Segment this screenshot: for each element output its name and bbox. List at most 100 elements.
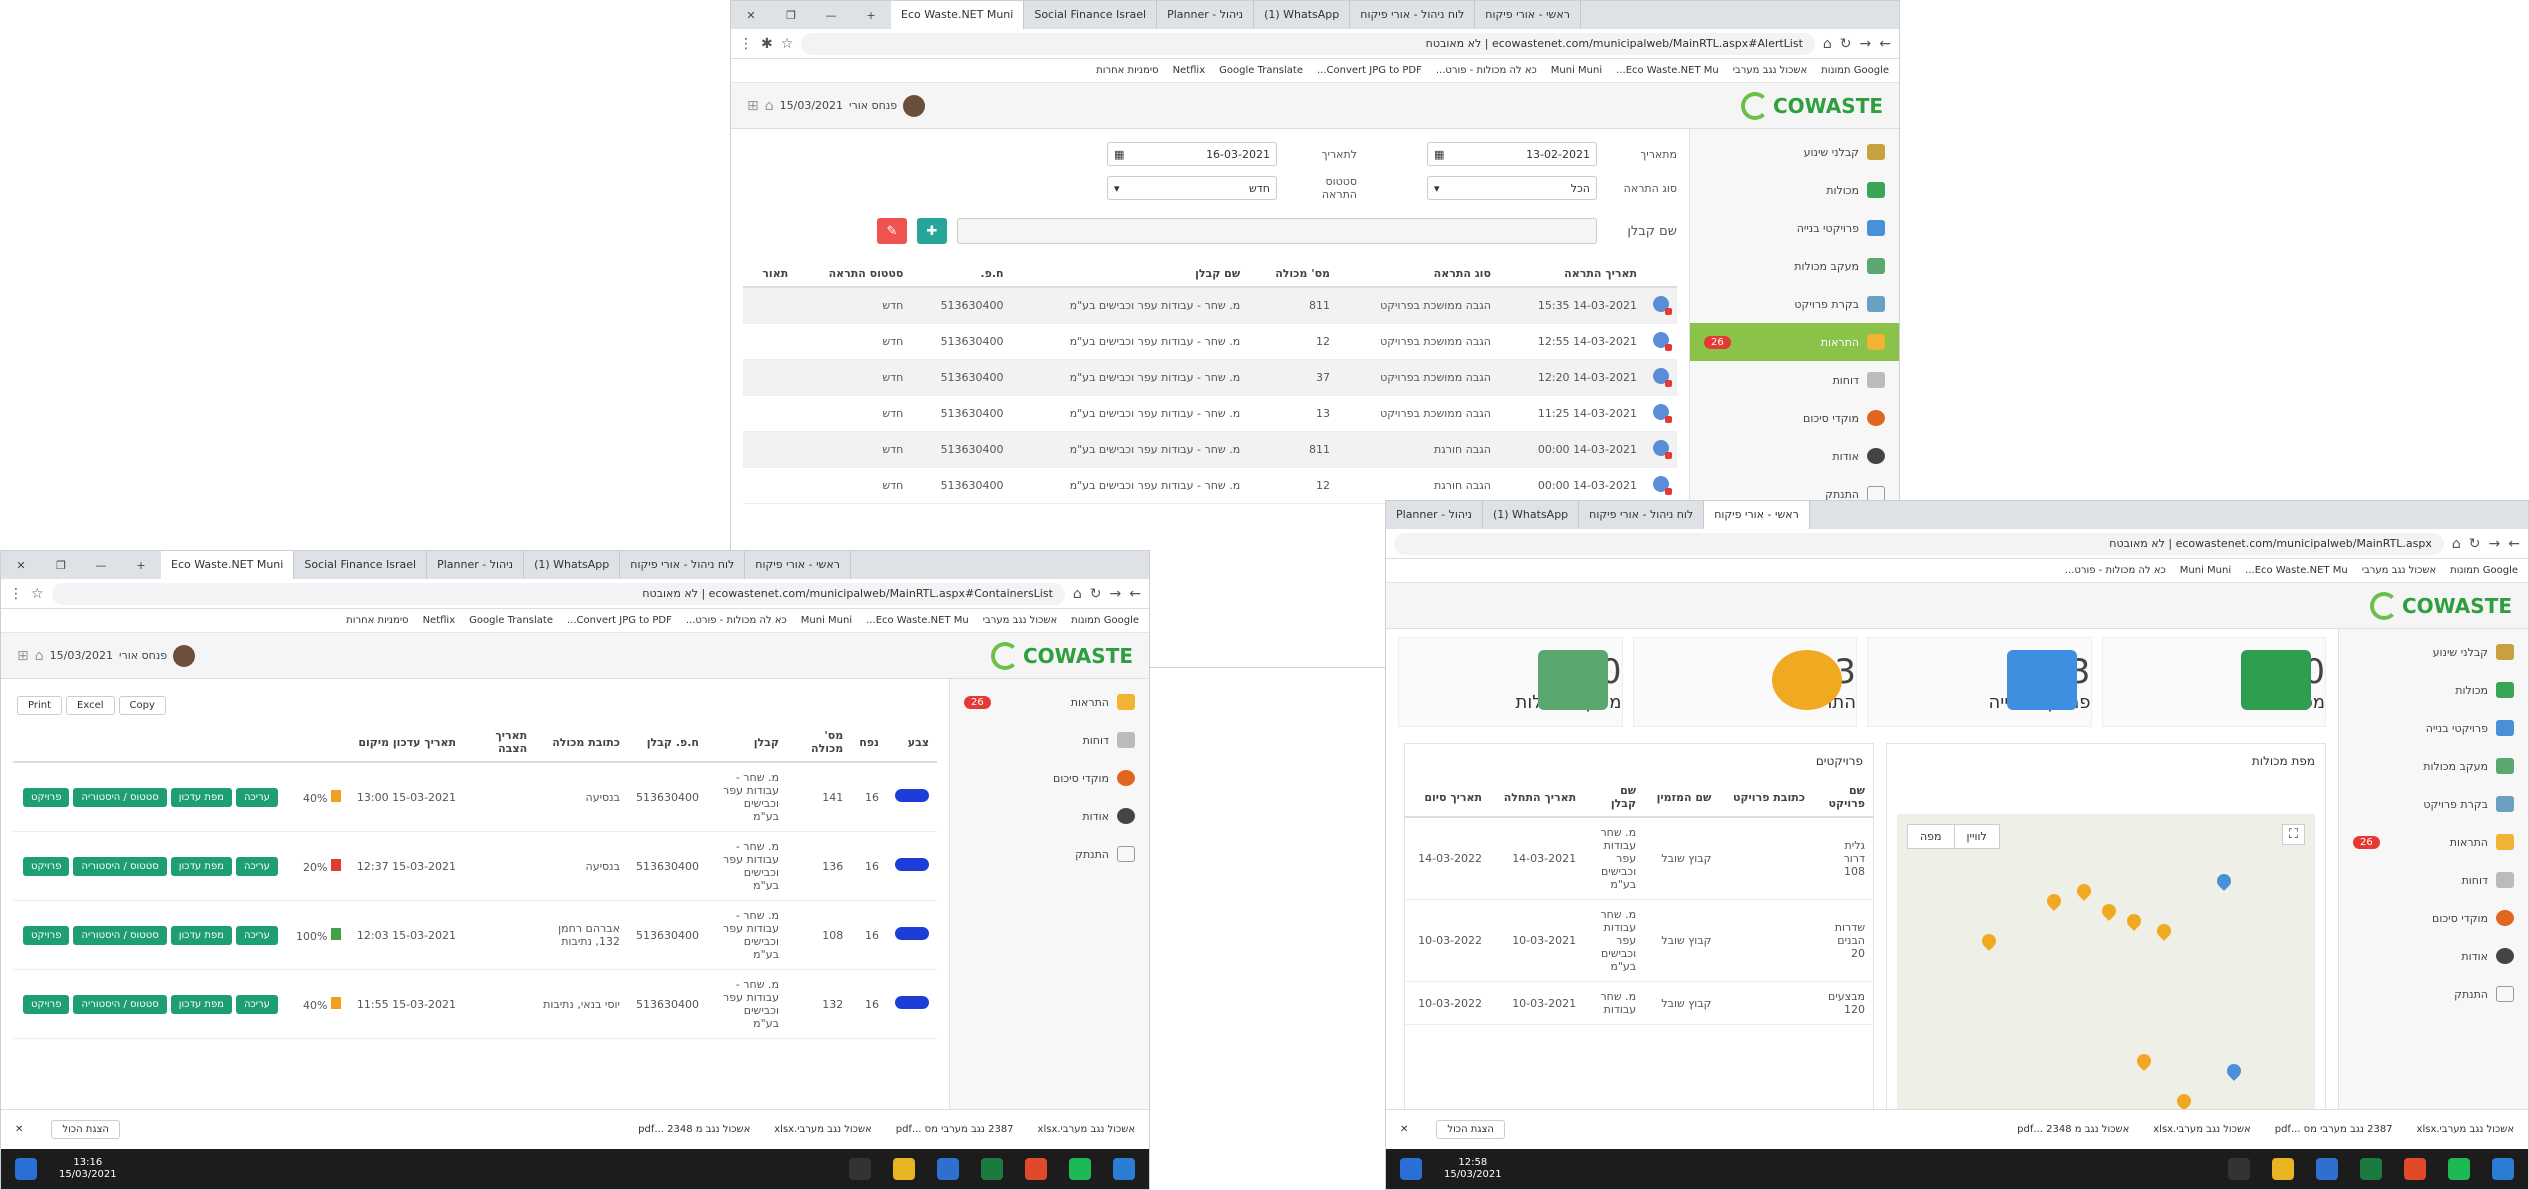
edit-button[interactable]: עריכה — [235, 994, 278, 1014]
back-icon[interactable]: ← — [1879, 36, 1891, 52]
tab-dashboard-admin[interactable]: לוח ניהול - אורי פיקוח — [1350, 1, 1476, 29]
restore-window-icon[interactable]: ❐ — [771, 9, 811, 22]
table-cell[interactable] — [1645, 323, 1677, 360]
project-button[interactable]: פרויקט — [23, 856, 70, 876]
menu-icon[interactable]: ⋮ — [739, 36, 753, 52]
tab-main-admin[interactable]: ראשי - אורי פיקוח — [745, 551, 851, 579]
bookmark-item[interactable]: Netflix — [1173, 65, 1206, 76]
excel-icon[interactable] — [2360, 1158, 2382, 1180]
update-map-button[interactable]: מפת עדכון — [170, 925, 232, 945]
sidebar-item-contractors[interactable]: קבלני שינוע — [1690, 133, 1899, 171]
reload-icon[interactable]: ↻ — [2469, 536, 2481, 552]
map-pin-icon[interactable] — [2074, 881, 2094, 901]
table-row[interactable]: מבצעים 120 קבוץ שובל מ. שחר עבודות 10-03… — [1405, 981, 1873, 1025]
table-row[interactable]: 14-03-2021 12:20 הגבה ממושכת בפרויקט 37 מ. … — [743, 359, 1677, 396]
status-history-button[interactable]: סטטוס / היסטוריה — [73, 925, 167, 945]
sidebar-item-about[interactable]: אודות — [1690, 437, 1899, 475]
task-view-icon[interactable] — [2228, 1158, 2250, 1180]
url-input[interactable]: לא מאובטח | ecowastenet.com/municipalweb… — [51, 582, 1065, 605]
sidebar-item-projects[interactable]: פרויקטי בנייה — [1690, 209, 1899, 247]
home-icon[interactable]: ⌂ — [1073, 586, 1082, 602]
bookmark-item[interactable]: Eco Waste.NET Mu... — [866, 615, 969, 626]
update-map-button[interactable]: מפת עדכון — [170, 787, 232, 807]
map-pin-icon[interactable] — [1979, 931, 1999, 951]
table-row[interactable]: 14-03-2021 00:00 הגבה חורגת 12 מ. שחר - עבו… — [743, 467, 1677, 504]
table-header[interactable]: צבע — [887, 723, 937, 763]
reload-icon[interactable]: ↻ — [1840, 36, 1852, 52]
tab-ecowaste[interactable]: Eco Waste.NET Muni — [891, 1, 1025, 29]
minimize-window-icon[interactable]: — — [811, 9, 851, 22]
table-row[interactable]: 14-03-2021 11:25 הגבה ממושכת בפרויקט 13 מ. … — [743, 395, 1677, 432]
table-header[interactable]: תאור — [743, 261, 797, 288]
tab-social-finance[interactable]: Social Finance Israel — [294, 551, 428, 579]
type-select[interactable]: הכל ▾ — [1427, 176, 1597, 200]
table-header[interactable]: שם פרויקט — [1813, 778, 1873, 818]
alert-pin-icon[interactable] — [1653, 440, 1672, 459]
edit-button[interactable]: עריכה — [235, 925, 278, 945]
table-header[interactable]: תאריך התראה — [1498, 261, 1645, 288]
sidebar-item-about[interactable]: אודות — [950, 797, 1149, 835]
home-icon[interactable]: ⌂ — [35, 648, 44, 664]
excel-button[interactable]: Excel — [66, 695, 115, 715]
edit-button[interactable]: עריכה — [235, 856, 278, 876]
new-tab-icon[interactable]: + — [851, 9, 891, 22]
file-explorer-icon[interactable] — [2272, 1158, 2294, 1180]
sidebar-item-alerts[interactable]: התראות 26 — [950, 683, 1149, 721]
outlook-icon[interactable] — [1113, 1158, 1135, 1180]
table-cell[interactable] — [1645, 467, 1677, 504]
map-pin-icon[interactable] — [2099, 901, 2119, 921]
download-item[interactable]: אשכול נגב מ 2348 ...pdf — [638, 1124, 750, 1135]
user-box[interactable]: פנחס אורי 15/03/2021 ⌂ ⊞ — [747, 94, 926, 117]
bookmark-item[interactable]: כא לה מכולות - פורט... — [1436, 65, 1537, 76]
close-icon[interactable]: ✕ — [15, 1124, 23, 1135]
map-pin-icon[interactable] — [2154, 921, 2174, 941]
alert-pin-icon[interactable] — [1653, 368, 1672, 387]
update-map-button[interactable]: מפת עדכון — [170, 856, 232, 876]
excel-icon[interactable] — [981, 1158, 1003, 1180]
show-all-button[interactable]: הצגת הכול — [51, 1120, 120, 1139]
alert-pin-icon[interactable] — [1653, 404, 1672, 423]
spotify-icon[interactable] — [2448, 1158, 2470, 1180]
from-date-input[interactable]: 13-02-2021 ▦ — [1427, 142, 1597, 166]
table-header[interactable]: נפח — [851, 723, 887, 763]
map-pin-icon[interactable] — [2044, 891, 2064, 911]
table-row[interactable]: 14-03-2021 00:00 הגבה חורגת 811 מ. שחר - עב… — [743, 431, 1677, 468]
user-box[interactable]: פנחס אורי 15/03/2021 ⌂ ⊞ — [17, 644, 196, 667]
bookmark-item[interactable]: כא לה מכולות - פורט... — [686, 615, 787, 626]
download-item[interactable]: 2387 נגב מערבי מס ...pdf — [896, 1124, 1014, 1135]
url-input[interactable]: לא מאובטח | ecowastenet.com/municipalweb… — [1394, 532, 2444, 555]
new-tab-icon[interactable]: + — [121, 559, 161, 572]
bookmark-item[interactable]: Eco Waste.NET Mu... — [1616, 65, 1719, 76]
download-item[interactable]: אשכול נגב מ 2348 ...pdf — [2017, 1124, 2129, 1135]
bookmark-item[interactable]: Muni Muni — [801, 615, 852, 626]
sidebar-item-project-control[interactable]: בקרת פרויקט — [1690, 285, 1899, 323]
stat-alerts[interactable]: 43התראות — [1632, 637, 1857, 727]
clear-button[interactable]: ✎ — [877, 218, 907, 244]
sidebar-item-logout[interactable]: התנתק — [2339, 975, 2528, 1013]
sidebar-item-centers[interactable]: מוקדי סיכום — [2339, 899, 2528, 937]
minimize-window-icon[interactable]: — — [81, 559, 121, 572]
download-item[interactable]: אשכול נגב מערבי.xlsx — [2153, 1124, 2250, 1135]
bookmark-item[interactable]: Eco Waste.NET Mu... — [2245, 565, 2348, 576]
table-row[interactable]: 16 132 מ. שחר - עבודות עפר וכבישים בע"מ … — [13, 969, 937, 1039]
sidebar-item-about[interactable]: אודות — [2339, 937, 2528, 975]
edge-icon[interactable] — [2316, 1158, 2338, 1180]
map-pin-icon[interactable] — [2134, 1051, 2154, 1071]
calendar-icon[interactable]: ▦ — [1114, 148, 1124, 161]
tab-main-admin[interactable]: ראשי - אורי פיקוח — [1704, 501, 1810, 529]
status-history-button[interactable]: סטטוס / היסטוריה — [73, 856, 167, 876]
map-pin-icon[interactable] — [2224, 1061, 2244, 1081]
table-cell[interactable] — [1645, 431, 1677, 468]
sidebar-item-containers[interactable]: מכולות — [2339, 671, 2528, 709]
table-row[interactable]: 16 141 מ. שחר - עבודות עפר וכבישים בע"מ … — [13, 762, 937, 832]
bookmark-item[interactable]: Convert JPG to PDF... — [567, 615, 672, 626]
bookmark-item[interactable]: Muni Muni — [2180, 565, 2231, 576]
copy-button[interactable]: Copy — [118, 695, 166, 715]
show-all-button[interactable]: הצגת הכול — [1436, 1120, 1505, 1139]
map-pin-icon[interactable] — [2174, 1091, 2194, 1109]
contractor-search-input[interactable] — [957, 218, 1597, 244]
bookmark-item[interactable]: Google Translate — [469, 615, 553, 626]
url-input[interactable]: לא מאובטח | ecowastenet.com/municipalweb… — [801, 32, 1815, 55]
tab-planner[interactable]: Planner - ניהול — [1386, 501, 1483, 529]
sidebar-item-centers[interactable]: מוקדי סיכום — [950, 759, 1149, 797]
